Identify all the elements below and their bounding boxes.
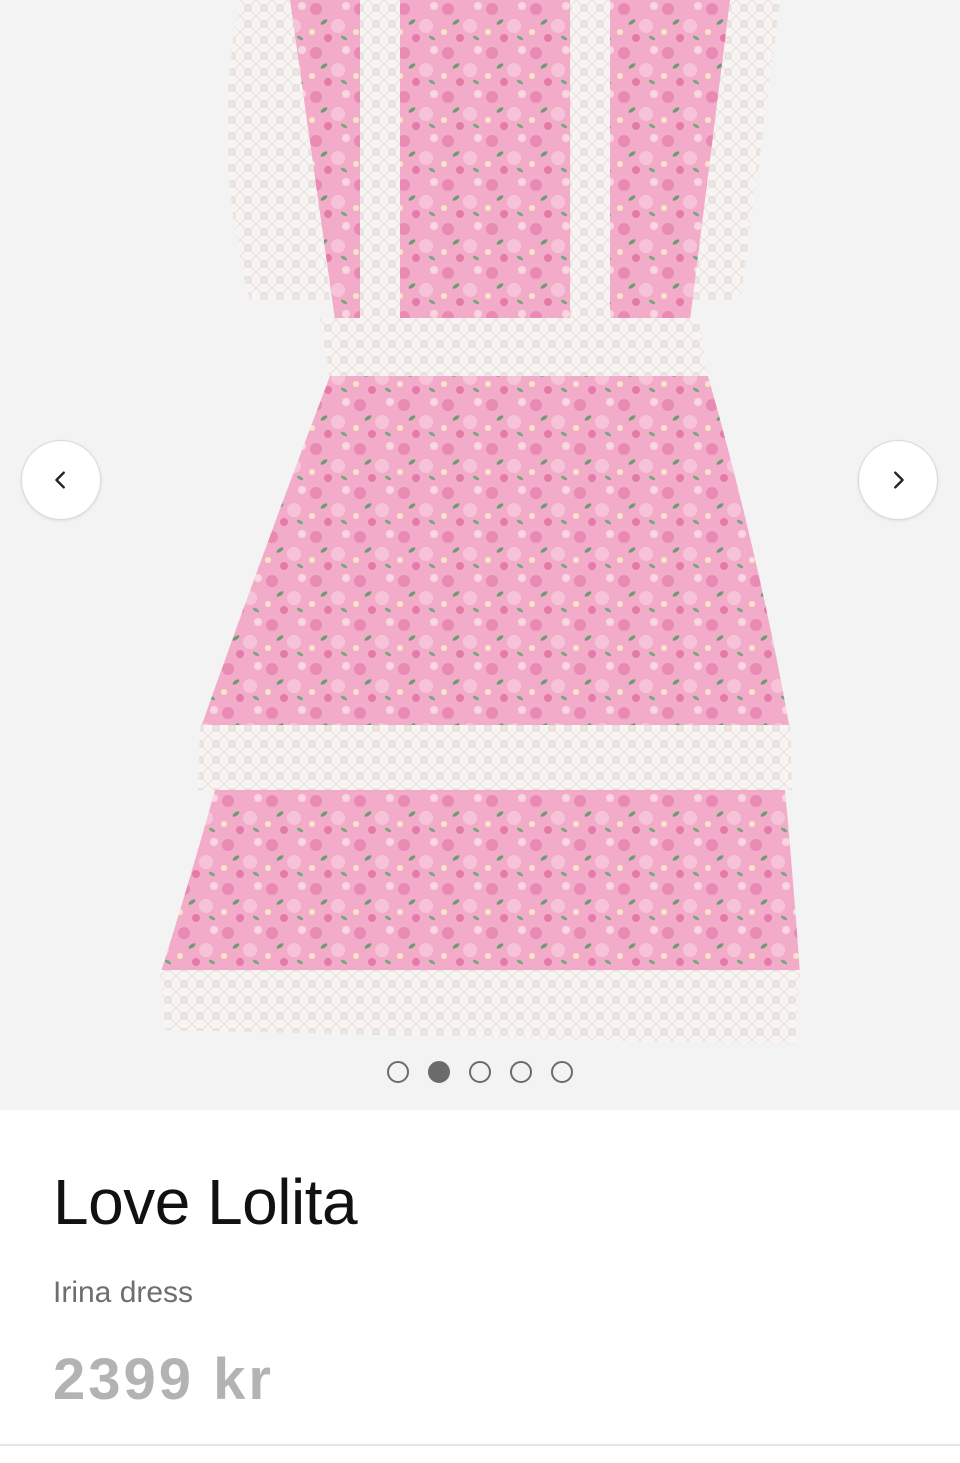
carousel-dot[interactable] xyxy=(469,1061,491,1083)
chevron-right-icon xyxy=(894,471,904,489)
next-image-button[interactable] xyxy=(858,440,938,520)
product-price: 2399 kr xyxy=(53,1347,274,1412)
brand-name[interactable]: Love Lolita xyxy=(53,1165,358,1239)
carousel-dot[interactable] xyxy=(387,1061,409,1083)
product-name: Irina dress xyxy=(53,1276,194,1309)
carousel-dot[interactable] xyxy=(510,1061,532,1083)
carousel-dot[interactable] xyxy=(551,1061,573,1083)
divider xyxy=(0,1444,960,1446)
previous-image-button[interactable] xyxy=(21,440,101,520)
carousel-pagination xyxy=(387,1061,573,1083)
chevron-left-icon xyxy=(55,471,65,489)
carousel-dot-active[interactable] xyxy=(428,1061,450,1083)
product-image-gallery[interactable] xyxy=(0,0,960,1110)
product-image xyxy=(160,0,800,1045)
product-info: Love Lolita Irina dress 2399 kr xyxy=(0,1110,960,1463)
